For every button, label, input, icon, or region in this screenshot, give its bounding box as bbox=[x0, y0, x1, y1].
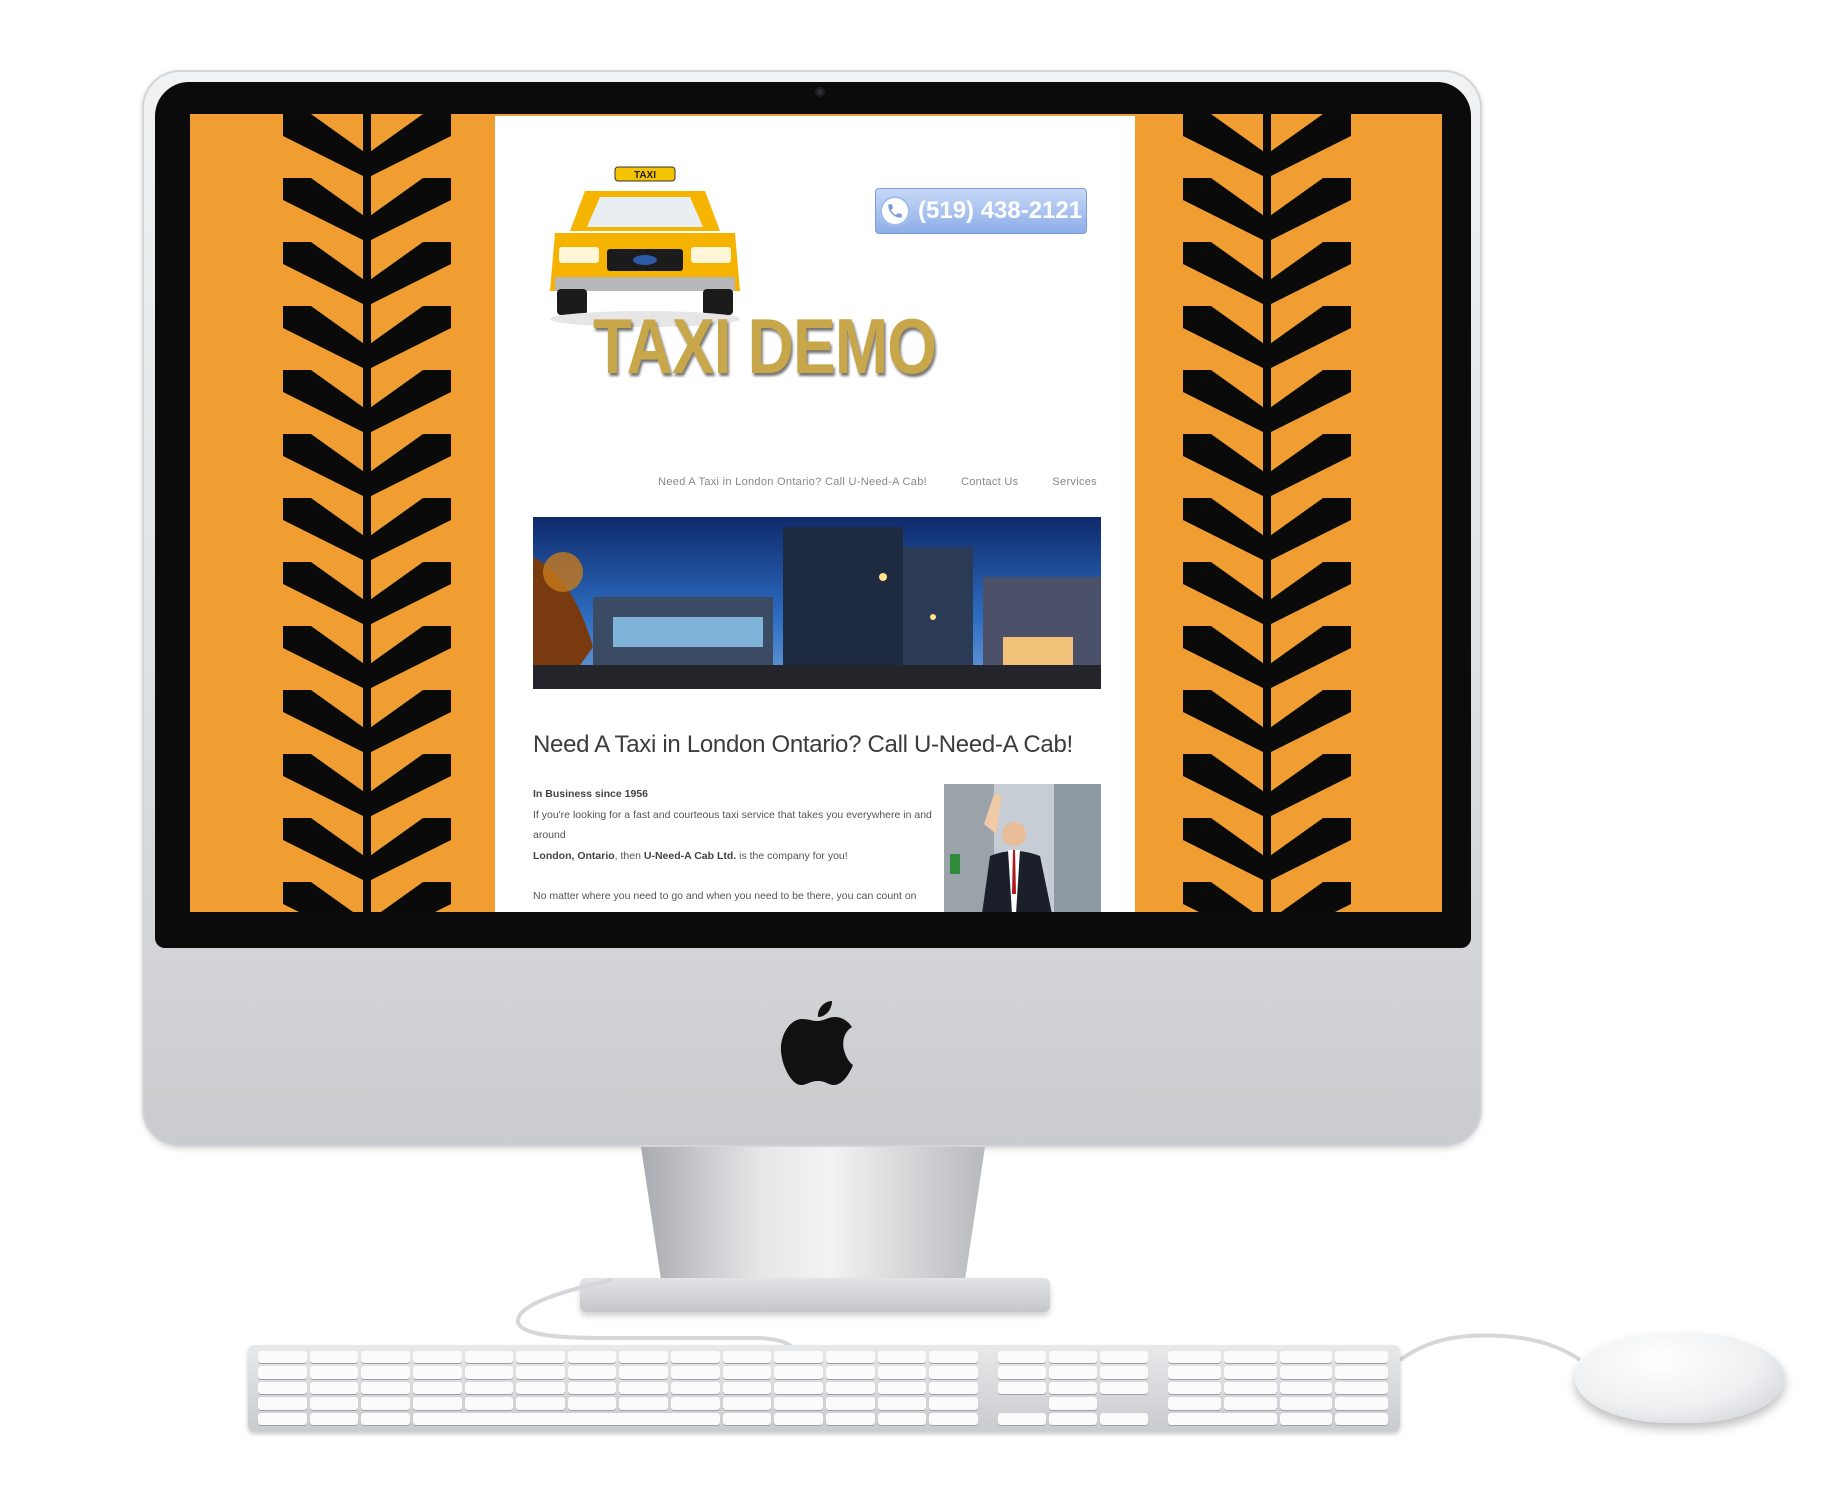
taxi-sign-text: TAXI bbox=[634, 170, 656, 181]
paragraph-1b-end: is the company for you! bbox=[736, 849, 848, 862]
subheading: In Business since 1956 bbox=[533, 788, 648, 800]
page-heading: Need A Taxi in London Ontario? Call U-Ne… bbox=[533, 731, 1073, 758]
screen: TAXI TAXI DEMO (519) 438-2121 Need A Tax… bbox=[190, 114, 1442, 912]
keyboard bbox=[248, 1345, 1400, 1431]
site-page: TAXI TAXI DEMO (519) 438-2121 Need A Tax… bbox=[495, 116, 1135, 912]
paragraph-2: No matter where you need to go and when … bbox=[533, 890, 917, 912]
tire-tread-left bbox=[283, 114, 451, 912]
nav-item-contact[interactable]: Contact Us bbox=[961, 476, 1018, 488]
main-nav: Need A Taxi in London Ontario? Call U-Ne… bbox=[658, 476, 1097, 488]
side-photo bbox=[944, 784, 1101, 912]
company-name: U-Need-A Cab Ltd. bbox=[643, 849, 737, 862]
content-text: In Business since 1956 If you're looking… bbox=[533, 784, 933, 912]
camera-icon bbox=[815, 87, 825, 97]
tire-tread-right bbox=[1183, 114, 1351, 912]
mouse bbox=[1575, 1333, 1785, 1423]
nav-item-services[interactable]: Services bbox=[1052, 476, 1097, 488]
city-name: London, Ontario bbox=[533, 849, 615, 862]
stand-base bbox=[580, 1278, 1050, 1312]
hero-image bbox=[533, 517, 1101, 689]
phone-icon bbox=[880, 196, 910, 226]
site-logo[interactable]: TAXI DEMO bbox=[593, 301, 937, 392]
phone-number: (519) 438-2121 bbox=[918, 197, 1083, 224]
apple-logo-icon bbox=[780, 1001, 853, 1085]
phone-button[interactable]: (519) 438-2121 bbox=[875, 188, 1087, 234]
paragraph-1b: London, Ontario, then U-Need-A Cab Ltd. … bbox=[533, 846, 933, 867]
paragraph-1b-mid: , then bbox=[614, 849, 644, 862]
nav-item-home[interactable]: Need A Taxi in London Ontario? Call U-Ne… bbox=[658, 476, 927, 488]
paragraph-1a: If you're looking for a fast and courteo… bbox=[533, 808, 932, 842]
